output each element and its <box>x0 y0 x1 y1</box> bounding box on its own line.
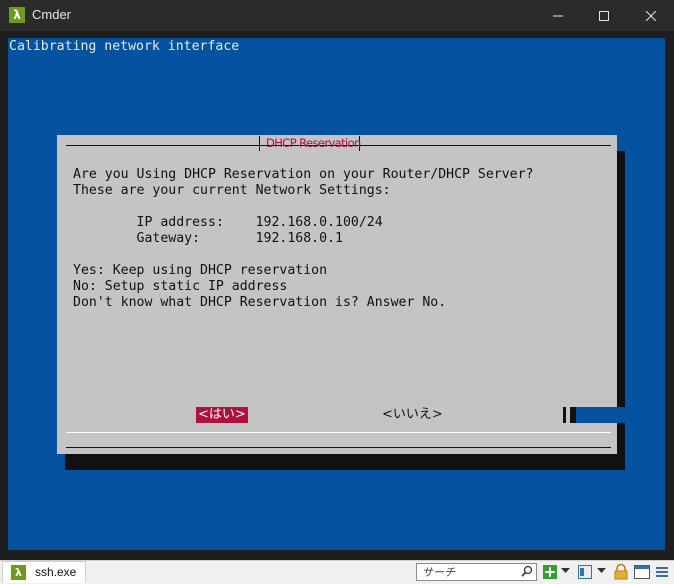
new-console-plus-icon[interactable] <box>542 564 558 580</box>
dialog-title: DHCP Reservation <box>266 136 361 150</box>
status-bar <box>0 560 674 584</box>
search-icon[interactable] <box>521 565 533 577</box>
cmder-lambda-icon[interactable]: λ <box>9 7 25 23</box>
dontknow-explanation: Don't know what DHCP Reservation is? Ans… <box>73 295 447 310</box>
terminal-cursor-trail <box>576 407 625 423</box>
chevron-down-icon[interactable] <box>561 568 570 574</box>
gateway-line: Gateway: 192.168.0.1 <box>73 231 343 246</box>
dialog-title-bracket-left <box>259 136 260 151</box>
close-button[interactable] <box>628 0 674 31</box>
dialog-question: Are you Using DHCP Reservation on your R… <box>73 167 534 182</box>
lock-icon[interactable] <box>614 564 628 580</box>
search-placeholder: サーチ <box>422 566 455 579</box>
split-view-icon[interactable] <box>577 564 593 580</box>
console-tab-label: ssh.exe <box>35 565 77 579</box>
dialog-edge-notch <box>617 141 625 151</box>
no-explanation: No: Setup static IP address <box>73 279 288 294</box>
chevron-down-icon[interactable] <box>597 568 606 574</box>
maximize-button[interactable] <box>581 0 627 31</box>
console-window-icon[interactable] <box>634 564 650 580</box>
dialog-settings-heading: These are your current Network Settings: <box>73 183 391 198</box>
ip-address-line: IP address: 192.168.0.100/24 <box>73 215 383 230</box>
maximize-icon <box>599 10 609 21</box>
cmder-lambda-icon: λ <box>11 565 26 580</box>
yes-explanation: Yes: Keep using DHCP reservation <box>73 263 328 278</box>
menu-icon[interactable] <box>655 564 669 580</box>
dialog-bottom-border <box>66 447 611 448</box>
yes-button[interactable]: <はい> <box>196 407 248 423</box>
terminal-output-line: Calibrating network interface <box>9 39 240 54</box>
no-button[interactable]: <いいえ> <box>382 407 443 423</box>
terminal-scrollbar-gutter <box>665 38 674 550</box>
close-icon <box>646 10 656 21</box>
terminal-cursor-bar <box>563 407 566 423</box>
dialog-button-separator <box>66 432 611 433</box>
window-title: Cmder <box>32 7 72 22</box>
minimize-button[interactable] <box>535 0 581 31</box>
dialog-shadow-bottom <box>65 454 625 470</box>
minimize-icon <box>553 15 563 16</box>
